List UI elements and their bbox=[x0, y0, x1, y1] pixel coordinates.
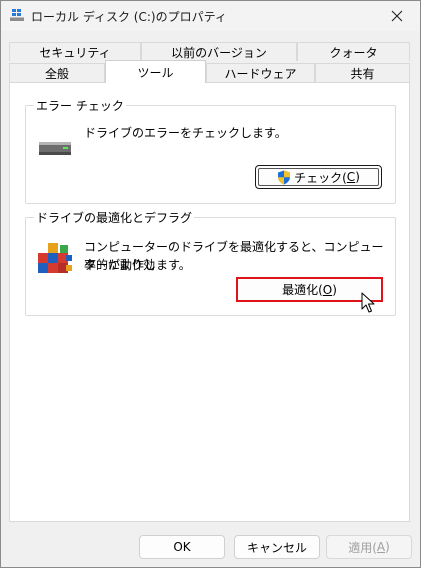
close-button[interactable] bbox=[374, 1, 420, 31]
dialog-footer: OK キャンセル 適用(A) bbox=[1, 523, 420, 567]
check-button[interactable]: チェック(C) bbox=[255, 165, 382, 189]
apply-button[interactable]: 適用(A) bbox=[326, 535, 412, 559]
tab-general[interactable]: 全般 bbox=[9, 63, 105, 82]
tab-tools[interactable]: ツール bbox=[105, 60, 206, 83]
tab-label: セキュリティ bbox=[39, 45, 111, 60]
tab-row-back: セキュリティ 以前のバージョン クォータ bbox=[9, 42, 410, 61]
tab-label: 共有 bbox=[350, 66, 375, 81]
hard-drive-icon bbox=[39, 142, 71, 155]
title-bar: ローカル ディスク (C:)のプロパティ bbox=[1, 1, 420, 31]
tab-security[interactable]: セキュリティ bbox=[9, 42, 141, 61]
optimize-button-suffix: ) bbox=[332, 282, 337, 297]
tab-label: 以前のバージョン bbox=[171, 45, 267, 60]
tab-label: 全般 bbox=[44, 66, 69, 81]
tools-tab-panel: エラー チェック ドライブのエラーをチェックします。 チェック(C) ドライブ… bbox=[9, 82, 410, 522]
optimize-group: ドライブの最適化とデフラグ コンピューターのドライブを最適化すると、コンピュータ… bbox=[25, 209, 396, 316]
tab-hardware[interactable]: ハードウェア bbox=[206, 63, 315, 82]
tab-label: ハードウェア bbox=[224, 66, 297, 81]
tab-previous-versions[interactable]: 以前のバージョン bbox=[141, 42, 297, 61]
ok-button-label: OK bbox=[173, 540, 191, 554]
mouse-pointer-icon bbox=[361, 292, 375, 313]
close-icon bbox=[391, 10, 403, 22]
tab-label: ツール bbox=[137, 65, 174, 80]
defrag-blocks-icon bbox=[38, 243, 72, 273]
error-check-description: ドライブのエラーをチェックします。 bbox=[84, 126, 287, 140]
optimize-group-label: ドライブの最適化とデフラグ bbox=[34, 209, 195, 226]
tab-label: クォータ bbox=[329, 45, 378, 60]
tab-row-front: 全般 ツール ハードウェア 共有 bbox=[9, 60, 410, 83]
cancel-button-label: キャンセル bbox=[246, 540, 307, 555]
tab-sharing[interactable]: 共有 bbox=[315, 63, 410, 82]
apply-button-suffix: ) bbox=[385, 540, 390, 554]
error-check-group: エラー チェック ドライブのエラーをチェックします。 チェック(C) bbox=[25, 97, 396, 204]
optimize-button-mnemonic: O bbox=[322, 282, 333, 297]
error-check-group-label: エラー チェック bbox=[34, 97, 126, 114]
apply-button-mnemonic: A bbox=[376, 540, 386, 554]
optimize-description-line2: 率的に動作します。 bbox=[84, 258, 191, 272]
properties-dialog: ローカル ディスク (C:)のプロパティ セキュリティ 以前のバージョン クォー… bbox=[0, 0, 421, 568]
drive-windows-icon bbox=[10, 9, 24, 21]
cancel-button[interactable]: キャンセル bbox=[234, 535, 320, 559]
focus-ring bbox=[258, 168, 379, 186]
ok-button[interactable]: OK bbox=[139, 535, 225, 559]
optimize-button-label: 最適化( bbox=[282, 283, 323, 297]
tab-quota[interactable]: クォータ bbox=[297, 42, 410, 61]
apply-button-label: 適用( bbox=[348, 540, 377, 555]
window-title: ローカル ディスク (C:)のプロパティ bbox=[31, 10, 227, 24]
